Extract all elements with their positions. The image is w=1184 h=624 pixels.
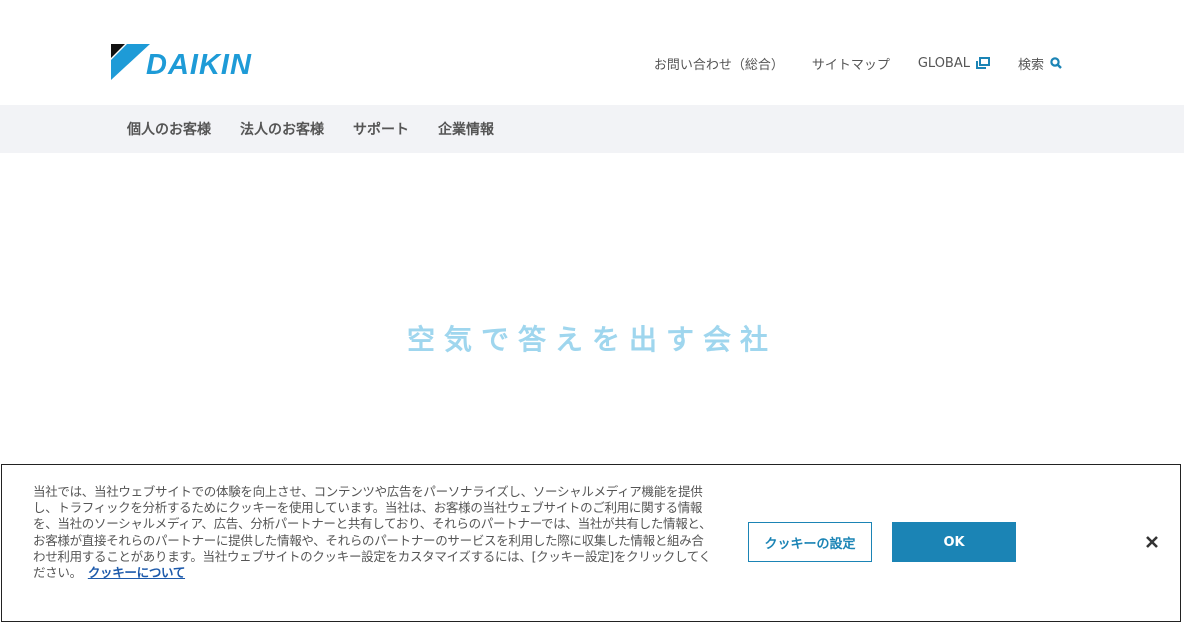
search-link[interactable]: 検索 [1018,54,1062,73]
utility-nav: お問い合わせ（総合） サイトマップ GLOBAL 検索 [654,54,1062,73]
nav-corporate[interactable]: 企業情報 [438,119,494,139]
search-icon [1050,57,1062,69]
cookie-banner: 当社では、当社ウェブサイトでの体験を向上させ、コンテンツや広告をパーソナライズし… [1,464,1181,622]
cookie-notice: 当社では、当社ウェブサイトでの体験を向上させ、コンテンツや広告をパーソナライズし… [33,484,713,581]
search-label: 検索 [1017,57,1044,73]
site-header: DAIKIN お問い合わせ（総合） サイトマップ GLOBAL 検索 [0,0,1184,105]
contact-label: お問い合わせ（総合） [653,57,784,73]
cookie-policy-link[interactable]: クッキーについて [88,565,186,580]
close-icon[interactable] [1142,532,1162,552]
cookie-settings-button[interactable]: クッキーの設定 [748,522,872,562]
contact-link[interactable]: お問い合わせ（総合） [654,54,784,73]
cookie-ok-button[interactable]: OK [892,522,1016,562]
nav-business[interactable]: 法人のお客様 [240,119,324,139]
hero-tagline: 空気で答えを出す会社 [406,323,777,356]
svg-text:DAIKIN: DAIKIN [146,49,252,80]
sitemap-link[interactable]: サイトマップ [812,54,890,73]
daikin-logo[interactable]: DAIKIN [111,44,286,81]
external-window-icon [975,57,990,69]
global-link[interactable]: GLOBAL [918,56,990,71]
global-nav: 個人のお客様 法人のお客様 サポート 企業情報 [0,105,1184,153]
nav-support[interactable]: サポート [353,119,409,139]
global-label: GLOBAL [917,55,970,71]
sitemap-label: サイトマップ [811,57,890,73]
nav-personal[interactable]: 個人のお客様 [127,119,211,139]
